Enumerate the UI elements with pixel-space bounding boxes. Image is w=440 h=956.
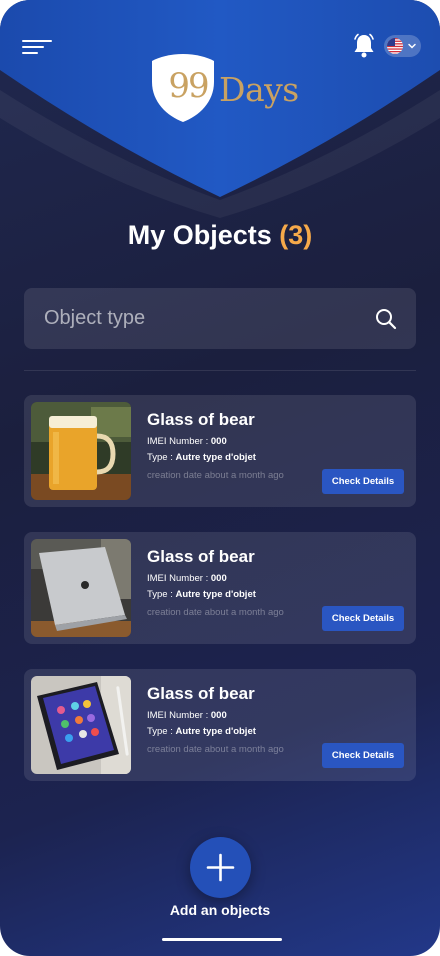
object-card[interactable]: Glass of bear IMEI Number : 000 Type : A… bbox=[24, 532, 416, 644]
type-label: Type : bbox=[147, 452, 176, 463]
add-object-label[interactable]: Add an objects bbox=[0, 902, 440, 918]
type-value: Autre type d'objet bbox=[175, 589, 256, 600]
page-title: My Objects (3) bbox=[0, 220, 440, 251]
type-label: Type : bbox=[147, 589, 176, 600]
imei-label: IMEI Number : bbox=[147, 573, 211, 584]
search-bar bbox=[24, 288, 416, 349]
type-value: Autre type d'objet bbox=[175, 726, 256, 737]
page-title-text: My Objects bbox=[127, 220, 272, 250]
logo-number: 99 bbox=[168, 66, 209, 106]
object-name: Glass of bear bbox=[147, 547, 255, 566]
divider bbox=[24, 370, 416, 371]
app-logo: 99 Days bbox=[149, 52, 299, 126]
us-flag-icon bbox=[387, 38, 403, 54]
logo-word: Days bbox=[219, 70, 299, 109]
imei-line: IMEI Number : 000 bbox=[147, 573, 227, 584]
laptop-image bbox=[31, 539, 131, 637]
imei-line: IMEI Number : 000 bbox=[147, 710, 227, 721]
search-input[interactable] bbox=[44, 288, 364, 349]
creation-date: creation date about a month ago bbox=[147, 607, 284, 618]
type-line: Type : Autre type d'objet bbox=[147, 589, 256, 600]
imei-label: IMEI Number : bbox=[147, 436, 211, 447]
imei-label: IMEI Number : bbox=[147, 710, 211, 721]
check-details-button[interactable]: Check Details bbox=[322, 469, 404, 494]
plus-icon bbox=[206, 853, 235, 882]
beer-glass-image bbox=[31, 402, 131, 500]
creation-date: creation date about a month ago bbox=[147, 470, 284, 481]
imei-value: 000 bbox=[210, 436, 227, 447]
chevron-down-icon bbox=[408, 43, 416, 49]
add-object-button[interactable] bbox=[190, 837, 251, 898]
object-name: Glass of bear bbox=[147, 684, 255, 703]
bell-icon[interactable] bbox=[352, 33, 376, 59]
hamburger-menu-icon[interactable] bbox=[22, 38, 54, 58]
object-card[interactable]: Glass of bear IMEI Number : 000 Type : A… bbox=[24, 395, 416, 507]
type-value: Autre type d'objet bbox=[175, 452, 256, 463]
imei-value: 000 bbox=[210, 573, 227, 584]
type-line: Type : Autre type d'objet bbox=[147, 726, 256, 737]
check-details-button[interactable]: Check Details bbox=[322, 743, 404, 768]
imei-value: 000 bbox=[210, 710, 227, 721]
imei-line: IMEI Number : 000 bbox=[147, 436, 227, 447]
type-label: Type : bbox=[147, 726, 176, 737]
search-icon[interactable] bbox=[374, 307, 398, 331]
language-selector[interactable] bbox=[384, 35, 421, 57]
object-count: (3) bbox=[279, 220, 313, 250]
app-screen: 99 Days My Objects (3) Glass of bear IME… bbox=[0, 0, 440, 956]
object-name: Glass of bear bbox=[147, 410, 255, 429]
home-indicator bbox=[162, 938, 282, 941]
tablet-image bbox=[31, 676, 131, 774]
creation-date: creation date about a month ago bbox=[147, 744, 284, 755]
type-line: Type : Autre type d'objet bbox=[147, 452, 256, 463]
check-details-button[interactable]: Check Details bbox=[322, 606, 404, 631]
object-card[interactable]: Glass of bear IMEI Number : 000 Type : A… bbox=[24, 669, 416, 781]
